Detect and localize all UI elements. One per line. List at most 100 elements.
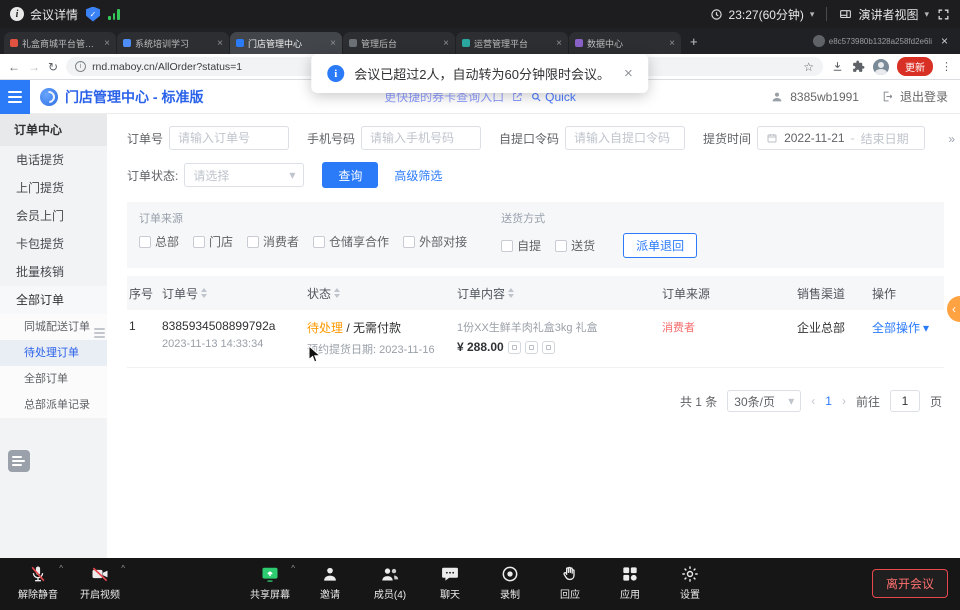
meeting-details-label: 会议详情: [30, 6, 78, 23]
sort-icon[interactable]: [201, 288, 207, 298]
date-range-picker[interactable]: 2022-11-21 - 结束日期: [757, 126, 925, 150]
checkbox-external[interactable]: 外部对接: [403, 233, 467, 250]
browser-menu-kebab-icon[interactable]: ⋮: [941, 60, 952, 73]
checkbox-warehouse-coop[interactable]: 仓储享合作: [313, 233, 389, 250]
view-mode-switcher[interactable]: 演讲者视图 ▾: [839, 6, 929, 23]
sidebar-item-batch-verify[interactable]: 批量核销: [0, 258, 107, 286]
tool-label: 设置: [680, 586, 700, 601]
settings-button[interactable]: 设置: [662, 564, 718, 601]
window-close-icon[interactable]: ×: [933, 34, 956, 48]
meeting-details-button[interactable]: i 会议详情: [10, 6, 78, 23]
tab-close-icon[interactable]: ×: [443, 38, 449, 49]
order-no-text: 8385934508899792a: [162, 319, 307, 333]
next-page-button[interactable]: ›: [842, 394, 846, 408]
meeting-timer[interactable]: 23:27(60分钟) ▾: [710, 6, 815, 23]
page-number-button[interactable]: 1: [825, 394, 832, 408]
browser-tab-4[interactable]: 管理后台 ×: [343, 32, 455, 54]
browser-tab-6[interactable]: 数据中心 ×: [569, 32, 681, 54]
row-action-dropdown[interactable]: 全部操作 ▾: [872, 319, 944, 336]
app-logo[interactable]: 门店管理中心 - 标准版: [40, 87, 203, 107]
sidebar-item-door-pickup[interactable]: 上门提货: [0, 174, 107, 202]
site-info-icon[interactable]: i: [75, 61, 86, 72]
checkbox-self-pickup[interactable]: 自提: [501, 237, 541, 254]
col-content[interactable]: 订单内容: [457, 285, 662, 302]
sort-icon[interactable]: [508, 288, 514, 298]
sidebar-item-phone-pickup[interactable]: 电话提货: [0, 146, 107, 174]
pickup-code-input[interactable]: [565, 126, 685, 150]
back-icon[interactable]: ←: [8, 60, 20, 74]
collapse-filters-icon[interactable]: »: [948, 132, 955, 146]
search-button[interactable]: 查询: [322, 162, 378, 188]
username-text[interactable]: 8385wb1991: [790, 90, 859, 104]
security-shield-icon[interactable]: ✓: [86, 7, 100, 22]
unmute-button[interactable]: ^ 解除静音: [10, 564, 66, 601]
caret-up-icon[interactable]: ^: [121, 564, 125, 573]
sidebar-collapsed-menu-icon[interactable]: [8, 450, 30, 472]
browser-profile-chip[interactable]: e8c573980b1328a258fd2e6li: [813, 35, 932, 47]
tab-close-icon[interactable]: ×: [104, 38, 110, 49]
toast-close-icon[interactable]: ×: [624, 65, 633, 82]
date-separator: -: [851, 131, 855, 145]
sidebar-toggle-button[interactable]: [0, 80, 30, 114]
caret-up-icon[interactable]: ^: [59, 564, 63, 573]
col-status[interactable]: 状态: [307, 285, 457, 302]
sidebar-item-card-pickup[interactable]: 卡包提货: [0, 230, 107, 258]
tab-close-icon[interactable]: ×: [330, 38, 336, 49]
leave-meeting-button[interactable]: 离开会议: [872, 569, 948, 598]
tab-close-icon[interactable]: ×: [556, 38, 562, 49]
sidebar-subitem-all-orders[interactable]: 全部订单: [0, 366, 107, 392]
sidebar-subitem-hq-dispatch-log[interactable]: 总部派单记录: [0, 392, 107, 418]
goto-page-input[interactable]: [890, 390, 920, 412]
browser-tab-2[interactable]: 系统培训学习 ×: [117, 32, 229, 54]
browser-tab-5[interactable]: 运营管理平台 ×: [456, 32, 568, 54]
order-no-input[interactable]: [169, 126, 289, 150]
info-icon: i: [327, 65, 344, 82]
browser-avatar[interactable]: [873, 59, 889, 75]
prev-page-button[interactable]: ‹: [811, 394, 815, 408]
page-size-value: 30条/页: [734, 393, 775, 410]
tab-close-icon[interactable]: ×: [669, 38, 675, 49]
invite-button[interactable]: 邀请: [302, 564, 358, 601]
order-status-select[interactable]: 请选择 ▾: [184, 163, 304, 187]
record-button[interactable]: 录制: [482, 564, 538, 601]
checkbox-hq[interactable]: 总部: [139, 233, 179, 250]
col-order-no[interactable]: 订单号: [162, 285, 307, 302]
logout-button[interactable]: 退出登录: [900, 88, 948, 105]
browser-tab-1[interactable]: 礼盒商城平台管理中心 ×: [4, 32, 116, 54]
sidebar-item-member-visit[interactable]: 会员上门: [0, 202, 107, 230]
bookmark-star-icon[interactable]: ☆: [803, 60, 814, 74]
reactions-button[interactable]: 回应: [542, 564, 598, 601]
sidebar-subitem-city-delivery[interactable]: 同城配送订单: [0, 314, 107, 340]
fullscreen-icon[interactable]: [937, 8, 950, 21]
cell-action: 全部操作 ▾: [872, 319, 944, 336]
reload-icon[interactable]: ↻: [48, 60, 58, 74]
apps-button[interactable]: 应用: [602, 564, 658, 601]
browser-update-button[interactable]: 更新: [897, 57, 933, 76]
new-tab-button[interactable]: +: [682, 34, 706, 49]
sort-icon[interactable]: [334, 288, 340, 298]
page-size-select[interactable]: 30条/页 ▾: [727, 390, 801, 412]
sidebar-section-order-center[interactable]: 订单中心: [0, 114, 107, 146]
checkbox-store[interactable]: 门店: [193, 233, 233, 250]
members-button[interactable]: 成员(4): [362, 564, 418, 601]
price-text: ¥ 288.00: [457, 340, 504, 354]
chat-button[interactable]: 聊天: [422, 564, 478, 601]
dispatch-return-button[interactable]: 派单退回: [623, 233, 697, 258]
checkbox-consumer[interactable]: 消费者: [247, 233, 299, 250]
browser-tab-3-active[interactable]: 门店管理中心 ×: [230, 32, 342, 54]
start-video-button[interactable]: ^ 开启视频: [72, 564, 128, 601]
download-icon[interactable]: [831, 60, 844, 73]
share-screen-button[interactable]: ^ 共享屏幕: [242, 564, 298, 601]
advanced-filter-link[interactable]: 高级筛选: [394, 167, 442, 184]
forward-icon[interactable]: →: [28, 60, 40, 74]
sidebar-subitem-pending-orders[interactable]: 待处理订单: [0, 340, 107, 366]
members-icon: [380, 564, 400, 584]
tab-close-icon[interactable]: ×: [217, 38, 223, 49]
checkbox-delivery[interactable]: 送货: [555, 237, 595, 254]
sidebar-group-all-orders[interactable]: 全部订单: [0, 286, 107, 314]
phone-input[interactable]: [361, 126, 481, 150]
extensions-puzzle-icon[interactable]: [852, 60, 865, 73]
table-row[interactable]: 1 8385934508899792a 2023-11-13 14:33:34 …: [127, 310, 944, 368]
sidebar-resize-handle[interactable]: [94, 328, 105, 338]
caret-up-icon[interactable]: ^: [291, 564, 295, 573]
